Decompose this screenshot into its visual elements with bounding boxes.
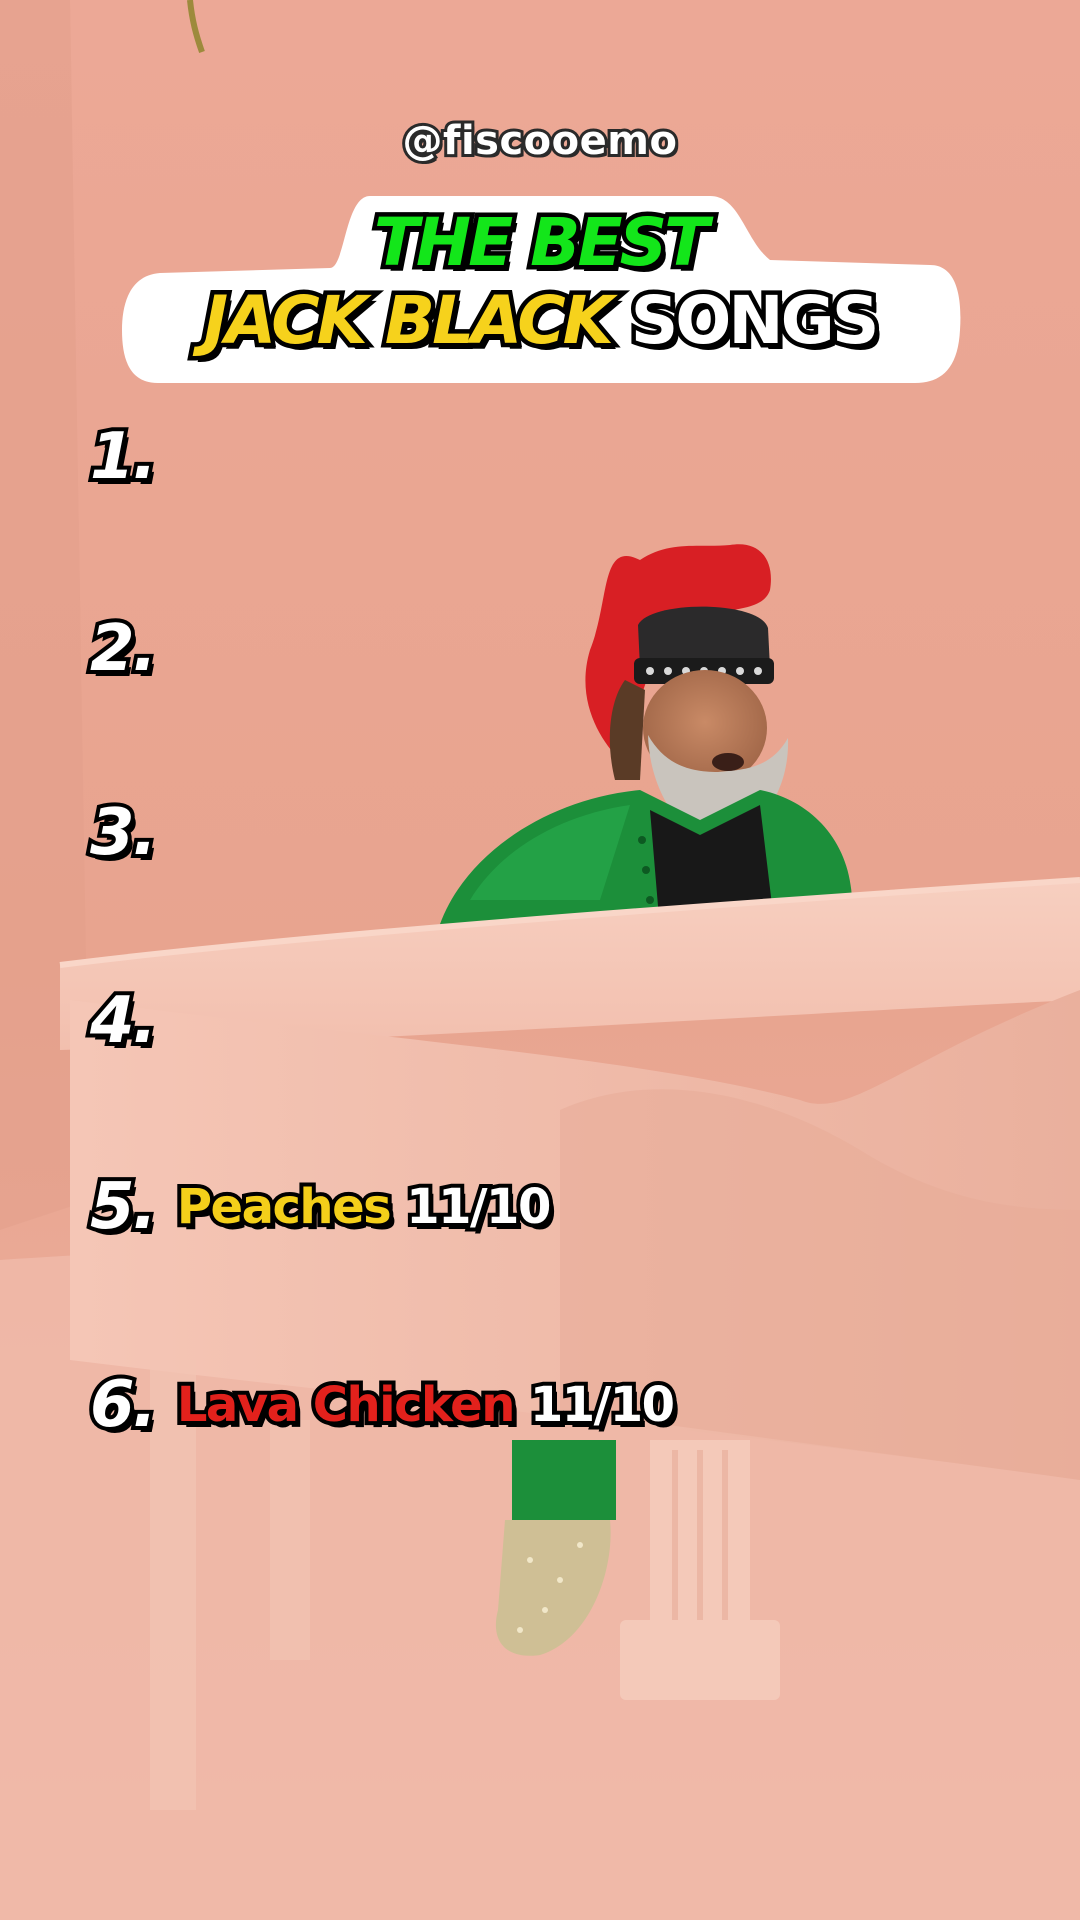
rank-number: 5.	[86, 1166, 161, 1248]
rank-row-3: 3.	[86, 788, 193, 878]
rank-song-title: Peaches	[173, 1175, 396, 1239]
rank-row-2: 2.	[86, 604, 193, 694]
rank-score: 11/10	[402, 1175, 555, 1239]
rank-number: 1.	[86, 416, 161, 498]
rank-row-4: 4.	[86, 976, 193, 1066]
rank-number: 4.	[86, 980, 161, 1062]
rank-number: 2.	[86, 608, 161, 690]
song-ranking-list: 1. 2. 3. 4. 5. Peaches 11/10 6. Lava Chi…	[86, 0, 1040, 1920]
rank-row-6: 6. Lava Chicken 11/10	[86, 1360, 679, 1450]
rank-row-5: 5. Peaches 11/10	[86, 1162, 555, 1252]
rank-number: 3.	[86, 792, 161, 874]
rank-song-title: Lava Chicken	[173, 1373, 520, 1437]
rank-number: 6.	[86, 1364, 161, 1446]
rank-row-1: 1.	[86, 412, 193, 502]
rank-score: 11/10	[526, 1373, 679, 1437]
